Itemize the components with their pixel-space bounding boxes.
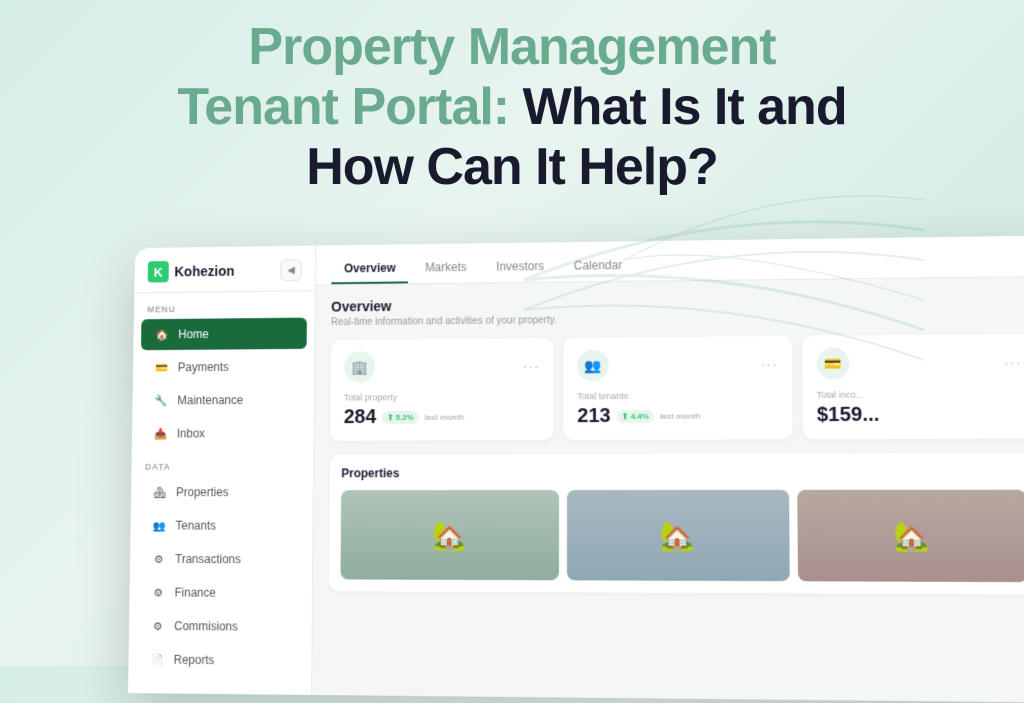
- sidebar-item-inbox-label: Inbox: [177, 427, 205, 441]
- sidebar-item-properties[interactable]: 🏘 Properties: [139, 476, 306, 508]
- sidebar-item-transactions[interactable]: ⚙ Transactions: [138, 543, 305, 575]
- property-stat-value: 284 ⬆ 5.2% last month: [344, 405, 540, 429]
- sidebar-item-maintenance-label: Maintenance: [177, 393, 243, 407]
- properties-icon: 🏘: [152, 484, 168, 500]
- menu-section-label: MENU: [134, 291, 315, 318]
- headline-line2-bold: What Is It and: [523, 78, 847, 136]
- properties-section: Properties 🏡 🏡 🏡: [329, 453, 1024, 595]
- reports-icon: 📄: [150, 652, 166, 668]
- properties-grid: 🏡 🏡 🏡: [340, 490, 1024, 582]
- sidebar-header: K Kohezion ◀: [134, 246, 315, 294]
- tab-overview[interactable]: Overview: [331, 254, 408, 284]
- collapse-sidebar-button[interactable]: ◀: [280, 259, 301, 281]
- logo-text: Kohezion: [174, 263, 234, 279]
- tenants-stat-timeframe: last month: [660, 412, 701, 421]
- tenants-stat-badge: ⬆ 4.4%: [617, 410, 654, 423]
- sidebar-item-maintenance[interactable]: 🔧 Maintenance: [140, 384, 306, 416]
- tenants-icon: 👥: [152, 518, 168, 534]
- sidebar-item-tenants-label: Tenants: [175, 519, 216, 533]
- property-stat-badge: ⬆ 5.2%: [382, 411, 418, 424]
- payments-icon: 💳: [154, 360, 169, 376]
- sidebar-item-commissions-label: Commisions: [174, 619, 238, 633]
- sidebar-item-payments[interactable]: 💳 Payments: [140, 351, 306, 383]
- tab-markets[interactable]: Markets: [412, 253, 479, 283]
- sidebar-item-tenants[interactable]: 👥 Tenants: [138, 510, 305, 542]
- property-house-1: 🏡: [340, 490, 558, 580]
- headline-line3: How Can It Help?: [306, 138, 718, 196]
- headline-line1: Property Management: [248, 18, 775, 76]
- data-section-label: DATA: [131, 450, 313, 476]
- stat-card-property: 🏢 ··· Total property 284 ⬆ 5.2% last mon…: [330, 338, 554, 441]
- property-card-2[interactable]: 🏡: [567, 490, 790, 581]
- commissions-icon: ⚙: [150, 618, 166, 634]
- property-house-3: 🏡: [798, 490, 1024, 582]
- property-card-1[interactable]: 🏡: [340, 490, 558, 580]
- income-stat-value: $159...: [817, 403, 1023, 427]
- income-stat-menu[interactable]: ···: [1004, 354, 1022, 370]
- sidebar-item-reports[interactable]: 📄 Reports: [136, 644, 304, 677]
- logo-icon: K: [148, 261, 169, 282]
- headline-line2-normal: Tenant Portal:: [177, 78, 522, 136]
- headline-section: Property Management Tenant Portal: What …: [0, 18, 1024, 197]
- sidebar-item-payments-label: Payments: [178, 360, 229, 374]
- property-card-3[interactable]: 🏡: [798, 490, 1024, 582]
- logo-area: K Kohezion: [148, 260, 235, 282]
- tenants-stat-label: Total tenants: [577, 390, 778, 401]
- property-stat-label: Total property: [344, 392, 540, 403]
- sidebar-item-inbox[interactable]: 📥 Inbox: [139, 417, 306, 449]
- sidebar-item-finance[interactable]: ⚙ Finance: [137, 577, 304, 609]
- sidebar-item-transactions-label: Transactions: [175, 552, 241, 566]
- property-stat-icon: 🏢: [344, 351, 375, 383]
- properties-section-title: Properties: [341, 465, 1024, 480]
- sidebar-item-home[interactable]: 🏠 Home: [141, 318, 307, 351]
- bg-decoration: [524, 180, 924, 380]
- sidebar-item-properties-label: Properties: [176, 485, 229, 499]
- home-icon: 🏠: [154, 327, 169, 343]
- inbox-icon: 📥: [153, 426, 168, 442]
- sidebar-item-home-label: Home: [178, 327, 209, 341]
- maintenance-icon: 🔧: [153, 393, 168, 409]
- tenants-stat-value: 213 ⬆ 4.4% last month: [577, 404, 778, 428]
- stat-card-property-header: 🏢 ···: [344, 350, 540, 383]
- property-house-2: 🏡: [567, 490, 790, 581]
- sidebar: K Kohezion ◀ MENU 🏠 Home 💳 Payments 🔧 Ma…: [128, 246, 316, 695]
- finance-icon: ⚙: [151, 585, 167, 601]
- sidebar-item-commissions[interactable]: ⚙ Commisions: [136, 610, 304, 643]
- income-stat-label: Total inco...: [817, 389, 1023, 400]
- sidebar-item-reports-label: Reports: [174, 653, 215, 667]
- property-stat-timeframe: last month: [424, 413, 464, 422]
- sidebar-item-finance-label: Finance: [175, 586, 216, 600]
- transactions-icon: ⚙: [151, 551, 167, 567]
